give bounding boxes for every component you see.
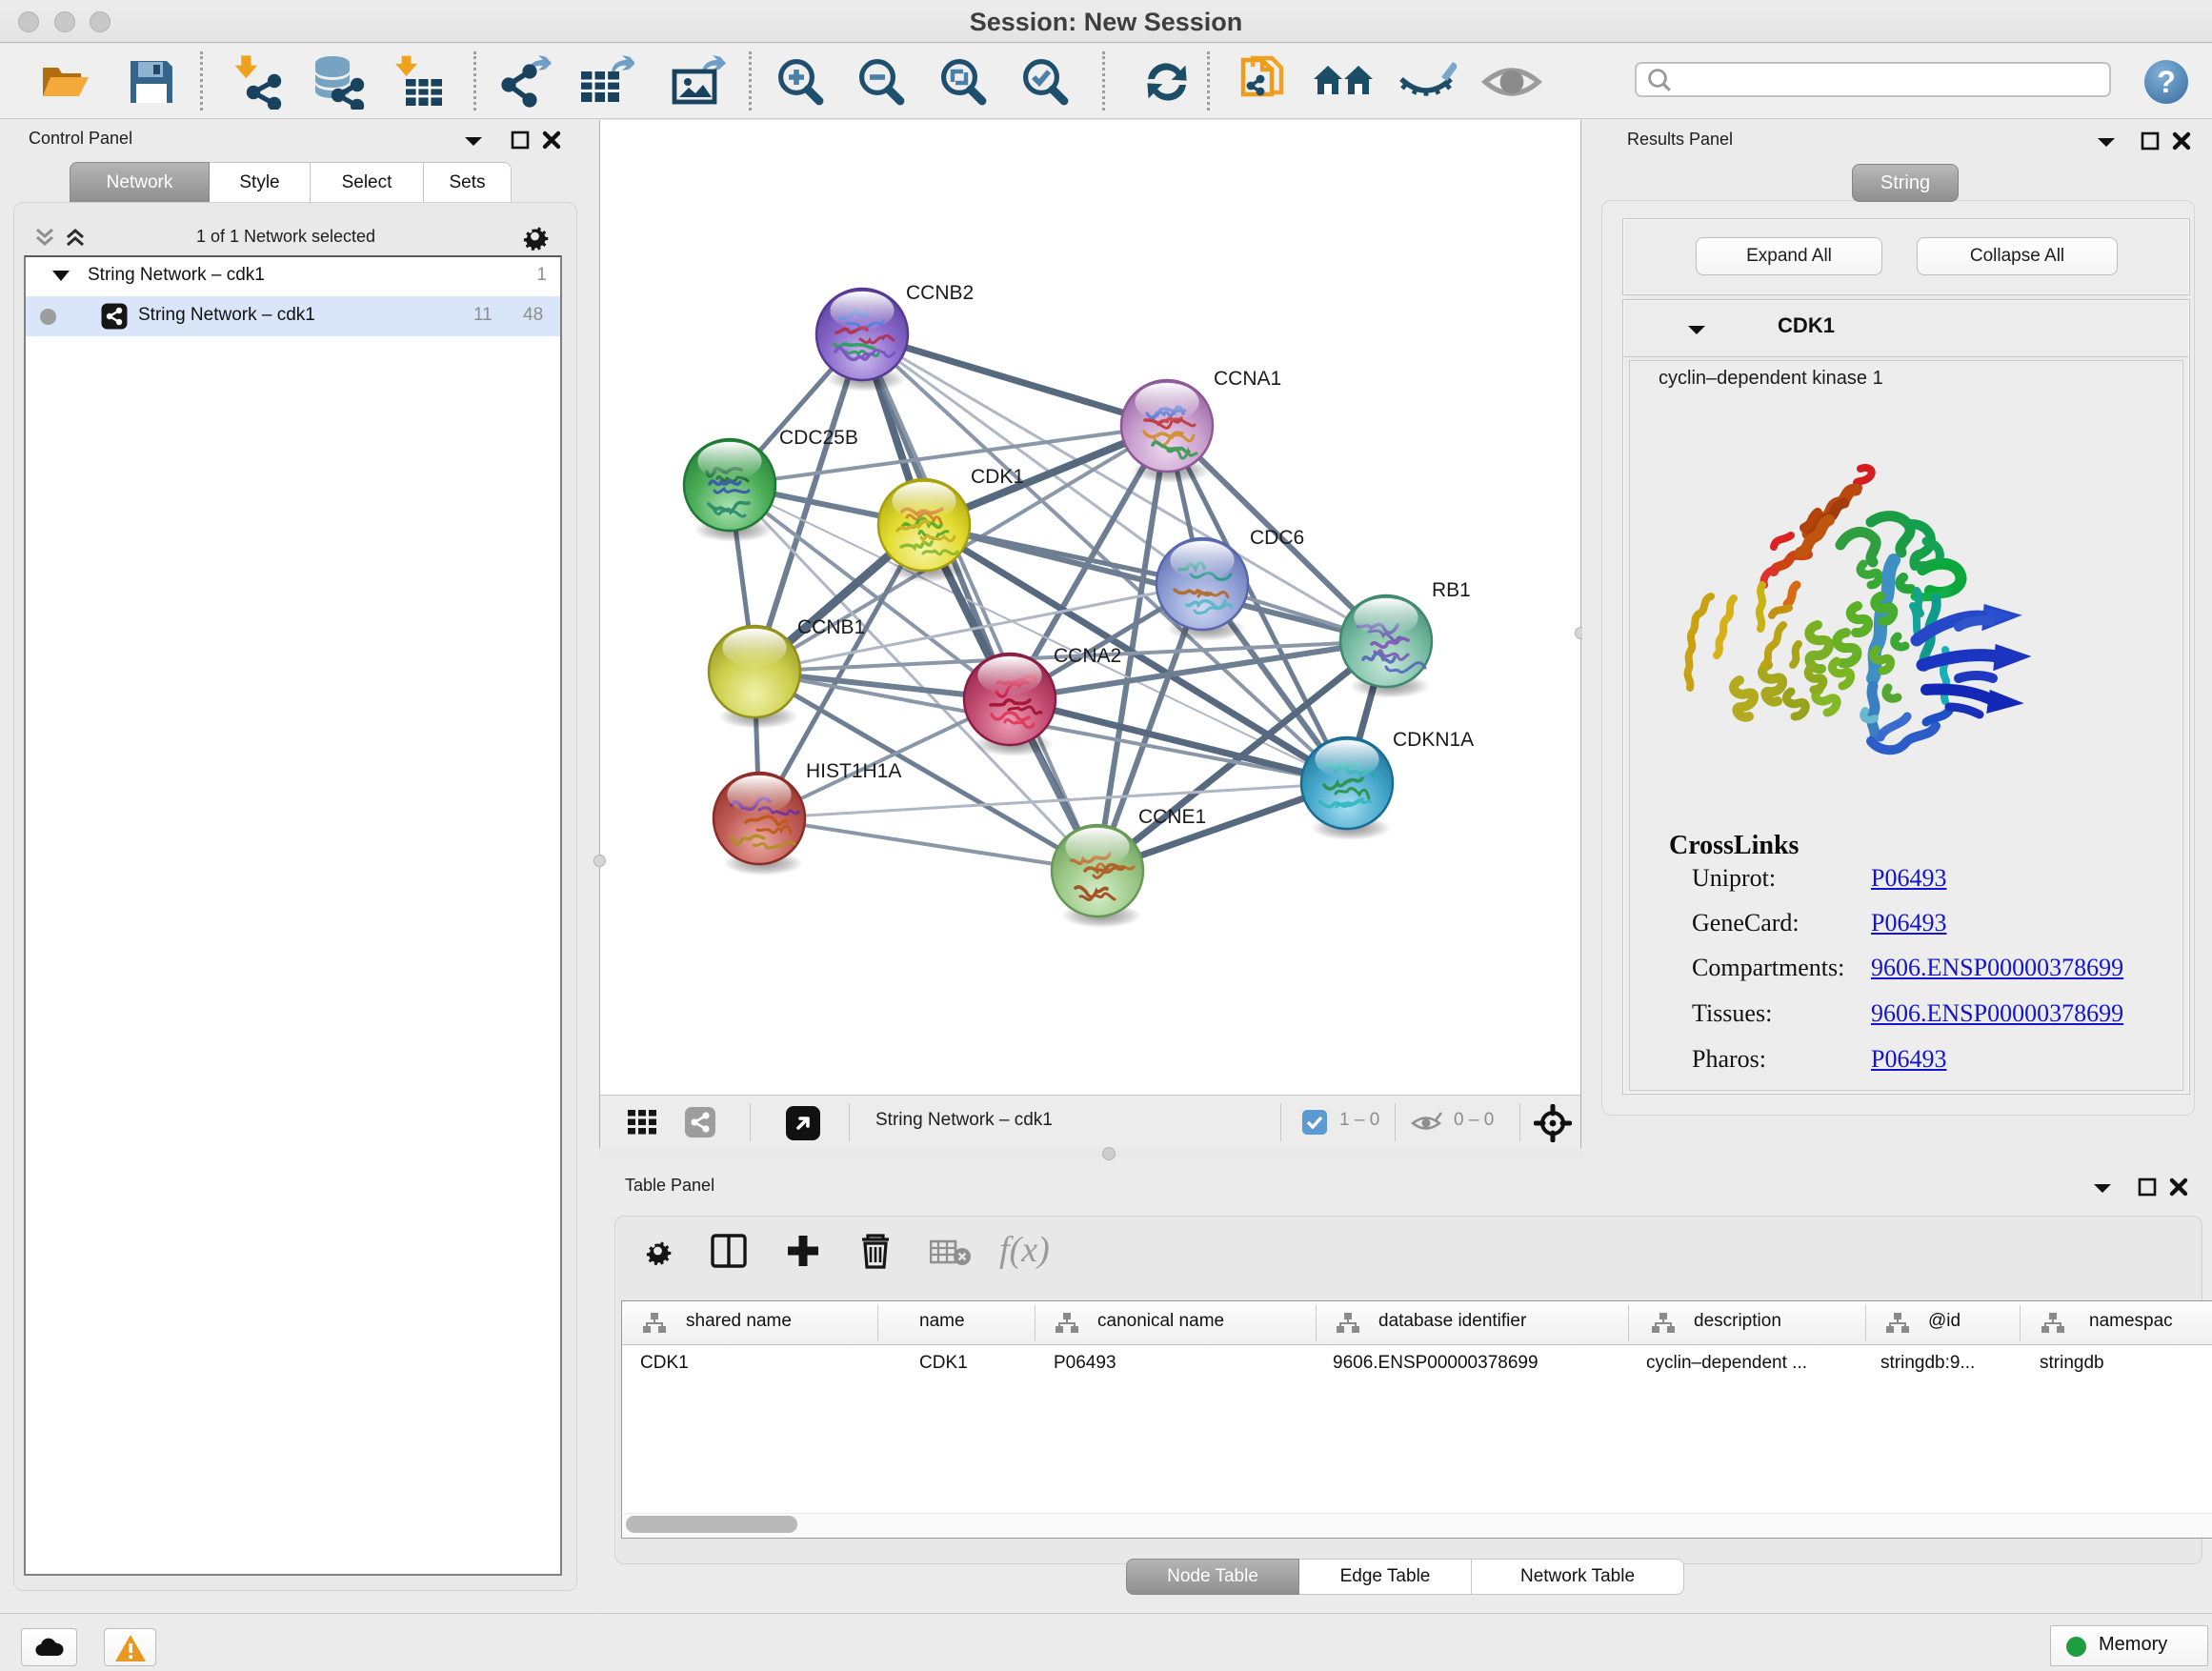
svg-text:?: ? [2157,65,2176,99]
svg-text:CDC6: CDC6 [1250,527,1304,549]
svg-text:CDKN1A: CDKN1A [1393,729,1474,751]
svg-text:CCNE1: CCNE1 [1138,806,1206,828]
svg-text:CCNB2: CCNB2 [906,282,974,304]
svg-text:CDC25B: CDC25B [779,427,858,449]
svg-text:CDK1: CDK1 [971,466,1024,488]
svg-text:CCNA1: CCNA1 [1214,368,1281,390]
svg-text:CCNB1: CCNB1 [797,616,865,638]
svg-text:CCNA2: CCNA2 [1054,645,1121,667]
svg-text:RB1: RB1 [1432,579,1471,601]
svg-text:HIST1H1A: HIST1H1A [806,760,901,782]
